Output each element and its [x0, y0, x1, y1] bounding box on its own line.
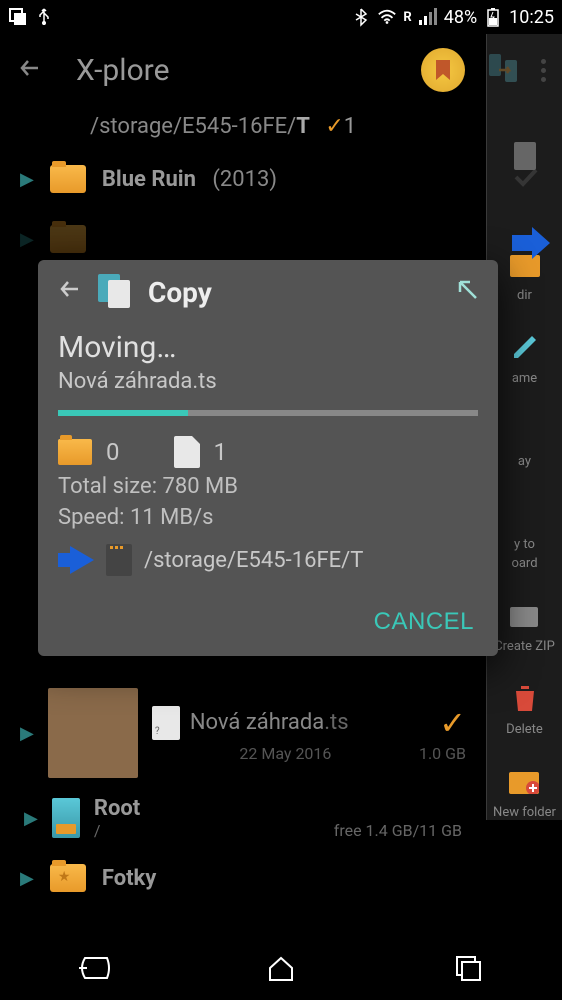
phone-storage-icon — [52, 798, 80, 838]
folder-icon — [50, 165, 86, 193]
multitask-icon — [8, 7, 28, 27]
roaming-indicator: R — [403, 10, 411, 25]
side-copy-to[interactable]: y tooard — [505, 493, 545, 571]
file-count: 1 — [214, 438, 228, 466]
side-play[interactable]: ay — [505, 410, 545, 469]
breadcrumb[interactable]: /storage/E545-16FE/T ✓1 — [0, 106, 562, 147]
folder-count: 0 — [106, 438, 120, 466]
copy-dialog: Copy Moving… Nová záhrada.ts 0 1 Total s… — [38, 260, 498, 656]
dialog-back-button[interactable] — [56, 275, 84, 310]
sd-card-icon — [505, 136, 545, 176]
file-icon: ? — [152, 706, 180, 740]
nav-recent-button[interactable] — [450, 950, 486, 986]
chevron-right-icon: ▶ — [20, 229, 34, 250]
side-rename[interactable]: ame — [505, 327, 545, 386]
check-orange-icon[interactable]: ✓ — [439, 704, 466, 742]
chevron-right-icon: ▶ — [20, 169, 34, 190]
side-delete[interactable]: Delete — [505, 678, 545, 737]
bluetooth-icon — [351, 7, 371, 27]
side-create-zip[interactable]: Create ZIP — [494, 595, 555, 654]
arrow-right-icon — [70, 546, 94, 574]
wifi-icon — [377, 7, 397, 27]
battery-pct: 48% — [444, 7, 477, 28]
clock: 10:25 — [509, 7, 554, 28]
bookmark-button[interactable] — [421, 48, 465, 92]
destination-path: /storage/E545-16FE/T — [144, 548, 363, 573]
folder-item-blue-ruin[interactable]: ▶ Blue Ruin (2013) — [12, 147, 550, 211]
folder-item-hidden[interactable]: ▶ — [12, 211, 550, 267]
blue-arrow-icon[interactable] — [508, 225, 552, 265]
chevron-right-icon: ▶ — [20, 723, 34, 744]
moving-status: Moving… — [58, 330, 478, 365]
progress-bar — [58, 410, 478, 416]
sd-storage-icon — [106, 544, 132, 576]
video-thumbnail — [48, 688, 138, 778]
starred-folder-icon — [50, 864, 86, 892]
copy-icon — [98, 274, 134, 310]
cancel-button[interactable]: CANCEL — [374, 608, 474, 636]
app-title: X-plore — [76, 53, 169, 88]
side-new-folder[interactable]: New folder — [493, 761, 556, 820]
folder-count-icon — [58, 439, 92, 465]
usb-icon — [34, 7, 54, 27]
chevron-right-icon: ▶ — [20, 868, 34, 889]
folder-item-fotky[interactable]: ▶ Fotky — [12, 850, 474, 906]
battery-icon — [483, 7, 503, 27]
resize-icon[interactable] — [454, 276, 480, 309]
folder-icon — [50, 225, 86, 253]
signal-icon — [418, 7, 438, 27]
file-count-icon — [174, 436, 200, 468]
chevron-right-icon: ▶ — [24, 808, 38, 829]
nav-home-button[interactable] — [263, 950, 299, 986]
total-size: Total size: 780 MB — [58, 474, 478, 499]
root-item[interactable]: ▶ Root /free 1.4 GB/11 GB — [12, 786, 474, 850]
nav-back-button[interactable] — [76, 950, 112, 986]
file-item-nova-zahrada[interactable]: ▶ ? Nová záhrada.ts ✓ 22 May 20161.0 GB — [12, 680, 474, 786]
dialog-title: Copy — [148, 276, 212, 309]
moving-filename: Nová záhrada.ts — [58, 369, 478, 394]
speed: Speed: 11 MB/s — [58, 505, 478, 530]
back-arrow-icon[interactable] — [16, 54, 44, 86]
